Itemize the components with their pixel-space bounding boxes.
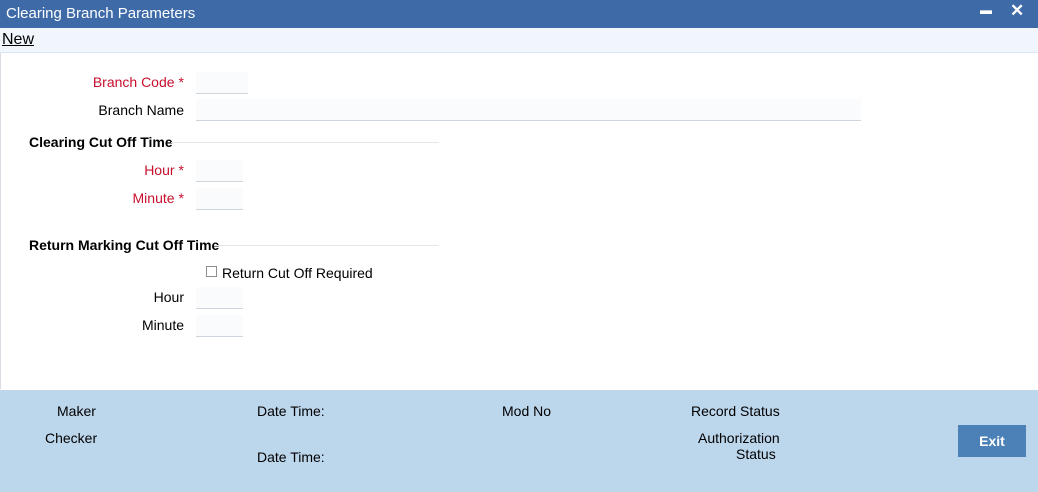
exit-button[interactable]: Exit <box>958 425 1026 457</box>
close-icon[interactable]: ✕ <box>1010 1 1024 21</box>
clearing-hour-input[interactable] <box>196 160 243 182</box>
mod-no-label: Mod No <box>502 403 552 419</box>
minimize-icon[interactable]: ▬ <box>980 3 992 17</box>
branch-code-input[interactable] <box>196 72 248 94</box>
return-hour-input[interactable] <box>196 287 243 309</box>
checker-label: Checker <box>45 430 98 446</box>
maker-label: Maker <box>57 403 96 419</box>
branch-name-input[interactable] <box>196 99 861 121</box>
clearing-cut-off-section-title: Clearing Cut Off Time <box>29 134 173 150</box>
section-divider <box>214 245 439 246</box>
return-minute-label: Minute <box>141 317 184 333</box>
window-title: Clearing Branch Parameters <box>6 5 196 22</box>
clearing-minute-input[interactable] <box>196 188 243 210</box>
window-title-bar: Clearing Branch Parameters ▬ ✕ <box>0 0 1038 28</box>
new-menu-item[interactable]: New <box>2 31 34 49</box>
required-marker: * <box>178 190 184 206</box>
clearing-minute-label: Minute * <box>132 190 184 206</box>
authorization-status-label: Status <box>736 446 776 462</box>
record-status-label: Record Status <box>691 403 780 419</box>
return-marking-section-title: Return Marking Cut Off Time <box>29 237 220 253</box>
return-hour-label: Hour <box>153 289 184 305</box>
branch-name-label: Branch Name <box>98 102 184 118</box>
form-area: Branch Code * Branch Name Clearing Cut Of… <box>0 53 1038 389</box>
menu-bar: New <box>0 28 1038 53</box>
branch-code-label: Branch Code * <box>92 74 184 90</box>
return-minute-input[interactable] <box>196 315 243 337</box>
clearing-hour-label: Hour * <box>144 162 184 178</box>
required-marker: * <box>178 162 184 178</box>
required-marker: * <box>178 74 184 90</box>
section-divider <box>171 142 439 143</box>
authorization-label: Authorization <box>698 430 780 446</box>
audit-footer: Maker Checker Date Time: Date Time: Mod … <box>0 390 1038 492</box>
return-cut-off-required-checkbox[interactable] <box>206 266 217 277</box>
return-cut-off-required-label: Return Cut Off Required <box>222 265 373 281</box>
maker-date-time-label: Date Time: <box>257 403 325 419</box>
checker-date-time-label: Date Time: <box>257 449 325 465</box>
